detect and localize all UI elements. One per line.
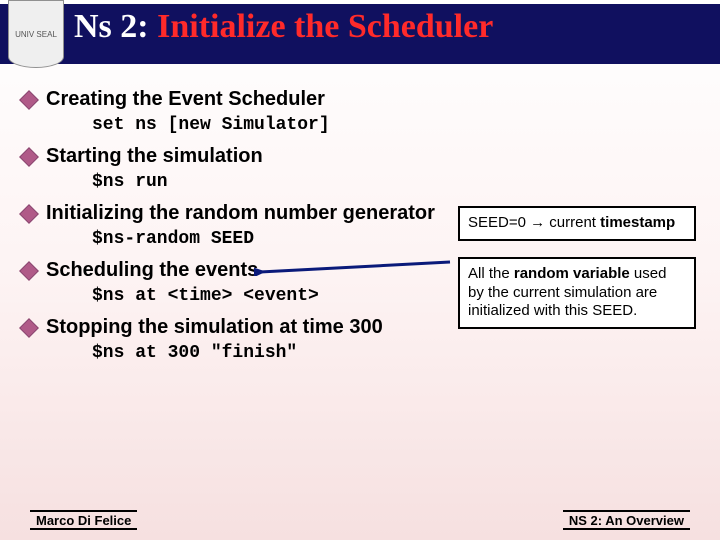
callout1-bold: timestamp	[600, 214, 675, 231]
callout-random-variable: All the random variable used by the curr…	[458, 257, 696, 329]
bullet-text: Stopping the simulation at time 300	[46, 316, 383, 339]
code-new-simulator: set ns [new Simulator]	[92, 115, 698, 135]
crest-placeholder: UNIV SEAL	[15, 30, 57, 39]
callout1-rest: current	[545, 214, 600, 231]
footer-author: Marco Di Felice	[30, 510, 137, 530]
bullet-start-sim: Starting the simulation	[22, 145, 698, 168]
bullet-text: Scheduling the events	[46, 259, 258, 282]
callout2-b1: random variable	[514, 265, 630, 282]
diamond-icon	[22, 264, 36, 278]
callout1-seed: SEED=0	[468, 214, 530, 231]
diamond-icon	[22, 150, 36, 164]
bullet-text: Creating the Event Scheduler	[46, 88, 325, 111]
title-prefix: Ns 2:	[74, 8, 149, 45]
callout-seed-zero: SEED=0 → current timestamp	[458, 206, 696, 241]
slide: UNIV SEAL Ns 2: Initialize the Scheduler…	[0, 0, 720, 540]
bullet-text: Initializing the random number generator	[46, 202, 435, 225]
university-crest: UNIV SEAL	[8, 0, 64, 68]
bullet-create-scheduler: Creating the Event Scheduler	[22, 88, 698, 111]
footer: Marco Di Felice NS 2: An Overview	[0, 510, 720, 530]
arrow-right-icon: →	[530, 214, 545, 231]
diamond-icon	[22, 207, 36, 221]
slide-title: Ns 2: Initialize the Scheduler	[74, 8, 714, 46]
title-rest: Initialize the Scheduler	[149, 8, 494, 45]
diamond-icon	[22, 321, 36, 335]
callouts: SEED=0 → current timestamp All the rando…	[458, 206, 696, 345]
footer-title: NS 2: An Overview	[563, 510, 690, 530]
code-ns-run: $ns run	[92, 172, 698, 192]
diamond-icon	[22, 93, 36, 107]
callout2-p1: All the	[468, 265, 514, 282]
bullet-text: Starting the simulation	[46, 145, 263, 168]
code-ns-finish: $ns at 300 "finish"	[92, 343, 698, 363]
